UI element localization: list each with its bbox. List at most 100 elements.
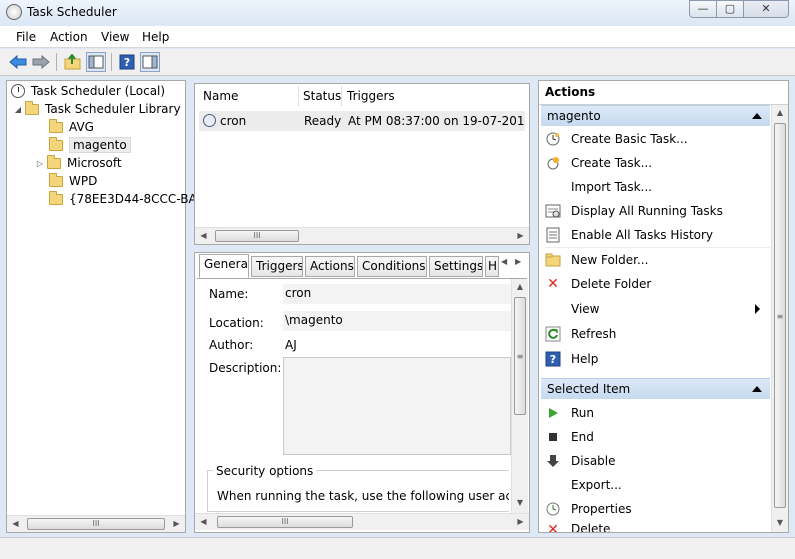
scroll-right-arrow-icon[interactable]: ▶ bbox=[512, 514, 529, 530]
collapse-caret-icon[interactable] bbox=[752, 113, 762, 119]
details-vertical-scrollbar[interactable]: ▲ ≡ ▼ bbox=[511, 279, 528, 513]
menu-bar: File Action View Help bbox=[0, 26, 795, 48]
wizard-task-icon bbox=[545, 131, 561, 147]
name-field[interactable]: cron bbox=[283, 284, 511, 304]
action-new-folder[interactable]: New Folder... bbox=[545, 249, 648, 271]
forward-arrow-icon[interactable] bbox=[31, 52, 51, 72]
actions-vertical-scrollbar[interactable]: ▲ ≡ ▼ bbox=[771, 105, 788, 532]
column-separator[interactable] bbox=[298, 86, 299, 106]
run-play-icon bbox=[545, 405, 561, 421]
action-export[interactable]: Export... bbox=[545, 474, 622, 496]
security-options-label: Security options bbox=[213, 464, 317, 478]
tree-item-label: {78EE3D44-8CCC-BA2 bbox=[69, 192, 205, 206]
folder-icon bbox=[47, 154, 61, 169]
menu-view[interactable]: View bbox=[101, 30, 129, 44]
back-arrow-icon[interactable] bbox=[8, 52, 28, 72]
description-field[interactable] bbox=[283, 357, 511, 455]
task-list-horizontal-scrollbar[interactable]: ◀ III ▶ bbox=[195, 227, 529, 244]
action-delete-folder[interactable]: ✕ Delete Folder bbox=[545, 273, 651, 295]
minimize-button[interactable]: — bbox=[689, 0, 717, 18]
tree-item-guid[interactable]: {78EE3D44-8CCC-BA2 bbox=[49, 190, 204, 208]
expanded-triangle-icon[interactable]: ◢ bbox=[13, 105, 23, 114]
scroll-down-arrow-icon[interactable]: ▼ bbox=[512, 495, 528, 511]
maximize-button[interactable]: ▢ bbox=[716, 0, 744, 18]
scrollbar-thumb[interactable]: III bbox=[215, 230, 299, 242]
scroll-up-arrow-icon[interactable]: ▲ bbox=[772, 105, 788, 121]
tree-item-library[interactable]: ◢ Task Scheduler Library bbox=[13, 100, 181, 118]
tree-item-label: WPD bbox=[69, 174, 98, 188]
scroll-left-arrow-icon[interactable]: ◀ bbox=[195, 514, 212, 530]
scrollbar-thumb[interactable]: ≡ bbox=[514, 297, 526, 415]
menu-file[interactable]: File bbox=[16, 30, 36, 44]
menu-action[interactable]: Action bbox=[50, 30, 88, 44]
scrollbar-thumb[interactable]: III bbox=[27, 518, 165, 530]
scroll-right-arrow-icon[interactable]: ▶ bbox=[168, 516, 185, 532]
action-label: Run bbox=[571, 406, 595, 420]
tree-horizontal-scrollbar[interactable]: ◀ III ▶ bbox=[7, 515, 185, 532]
action-disable[interactable]: Disable bbox=[545, 450, 616, 472]
table-row[interactable]: cron Ready At PM 08:37:00 on 19-07-2018 … bbox=[199, 111, 525, 131]
action-import-task[interactable]: Import Task... bbox=[545, 176, 652, 198]
action-help[interactable]: ? Help bbox=[545, 348, 598, 370]
column-header-name[interactable]: Name bbox=[203, 89, 238, 103]
tab-general[interactable]: General bbox=[199, 254, 249, 278]
tree-item-avg[interactable]: AVG bbox=[49, 118, 94, 136]
action-create-basic-task[interactable]: Create Basic Task... bbox=[545, 128, 688, 150]
scroll-right-arrow-icon[interactable]: ▶ bbox=[512, 228, 529, 244]
section-header-selected-item[interactable]: Selected Item bbox=[541, 378, 770, 399]
svg-text:?: ? bbox=[550, 353, 556, 366]
action-refresh[interactable]: Refresh bbox=[545, 323, 616, 345]
tab-actions[interactable]: Actions bbox=[305, 256, 355, 277]
action-end[interactable]: End bbox=[545, 426, 594, 448]
scroll-up-arrow-icon[interactable]: ▲ bbox=[512, 279, 528, 295]
show-hide-console-tree-icon[interactable] bbox=[86, 52, 106, 72]
scroll-down-arrow-icon[interactable]: ▼ bbox=[772, 515, 788, 531]
details-horizontal-scrollbar[interactable]: ◀ III ▶ bbox=[195, 513, 529, 530]
tab-scroll-right-icon[interactable]: ▶ bbox=[515, 257, 521, 266]
action-label: Create Basic Task... bbox=[571, 132, 688, 146]
task-scheduler-clock-icon bbox=[6, 4, 22, 20]
task-details: General Triggers Actions Conditions Sett… bbox=[194, 252, 530, 533]
tree-item-microsoft[interactable]: ▷ Microsoft bbox=[35, 154, 122, 172]
name-label: Name: bbox=[209, 287, 249, 301]
collapse-caret-icon[interactable] bbox=[752, 386, 762, 392]
column-separator[interactable] bbox=[341, 86, 342, 106]
up-folder-icon[interactable] bbox=[63, 52, 83, 72]
close-button[interactable]: ✕ bbox=[743, 0, 789, 18]
menu-help[interactable]: Help bbox=[142, 30, 169, 44]
tab-history[interactable]: H bbox=[485, 256, 499, 277]
scroll-left-arrow-icon[interactable]: ◀ bbox=[195, 228, 212, 244]
console-tree: Task Scheduler (Local) ◢ Task Scheduler … bbox=[6, 80, 204, 533]
action-delete[interactable]: ✕ Delete bbox=[545, 522, 610, 532]
tree-item-magento[interactable]: magento bbox=[49, 136, 131, 154]
action-view[interactable]: View bbox=[545, 298, 599, 320]
tree-item-wpd[interactable]: WPD bbox=[49, 172, 97, 190]
action-run[interactable]: Run bbox=[545, 402, 594, 424]
running-tasks-icon bbox=[545, 203, 561, 219]
help-icon[interactable]: ? bbox=[117, 52, 137, 72]
collapsed-triangle-icon[interactable]: ▷ bbox=[35, 159, 45, 168]
tab-conditions[interactable]: Conditions bbox=[357, 256, 427, 277]
export-blank-icon bbox=[545, 477, 561, 493]
action-properties[interactable]: Properties bbox=[545, 498, 632, 520]
create-task-icon bbox=[545, 155, 561, 171]
scrollbar-thumb[interactable]: III bbox=[217, 516, 353, 528]
tab-triggers[interactable]: Triggers bbox=[251, 256, 303, 277]
action-label: Delete Folder bbox=[571, 277, 652, 291]
tab-settings[interactable]: Settings bbox=[429, 256, 483, 277]
tree-item-root[interactable]: Task Scheduler (Local) bbox=[11, 82, 165, 100]
section-header-magento[interactable]: magento bbox=[541, 105, 770, 126]
scroll-left-arrow-icon[interactable]: ◀ bbox=[7, 516, 24, 532]
svg-text:?: ? bbox=[124, 56, 130, 69]
action-enable-tasks-history[interactable]: Enable All Tasks History bbox=[545, 224, 713, 246]
action-display-running-tasks[interactable]: Display All Running Tasks bbox=[545, 200, 723, 222]
action-label: Enable All Tasks History bbox=[571, 228, 714, 242]
show-hide-action-pane-icon[interactable] bbox=[140, 52, 160, 72]
column-header-triggers[interactable]: Triggers bbox=[347, 89, 395, 103]
scrollbar-thumb[interactable]: ≡ bbox=[774, 123, 786, 508]
tab-scroll-left-icon[interactable]: ◀ bbox=[501, 257, 507, 266]
action-create-task[interactable]: Create Task... bbox=[545, 152, 652, 174]
column-header-status[interactable]: Status bbox=[303, 89, 341, 103]
task-clock-icon bbox=[203, 114, 216, 127]
title-bar: Task Scheduler — ▢ ✕ bbox=[0, 0, 795, 26]
